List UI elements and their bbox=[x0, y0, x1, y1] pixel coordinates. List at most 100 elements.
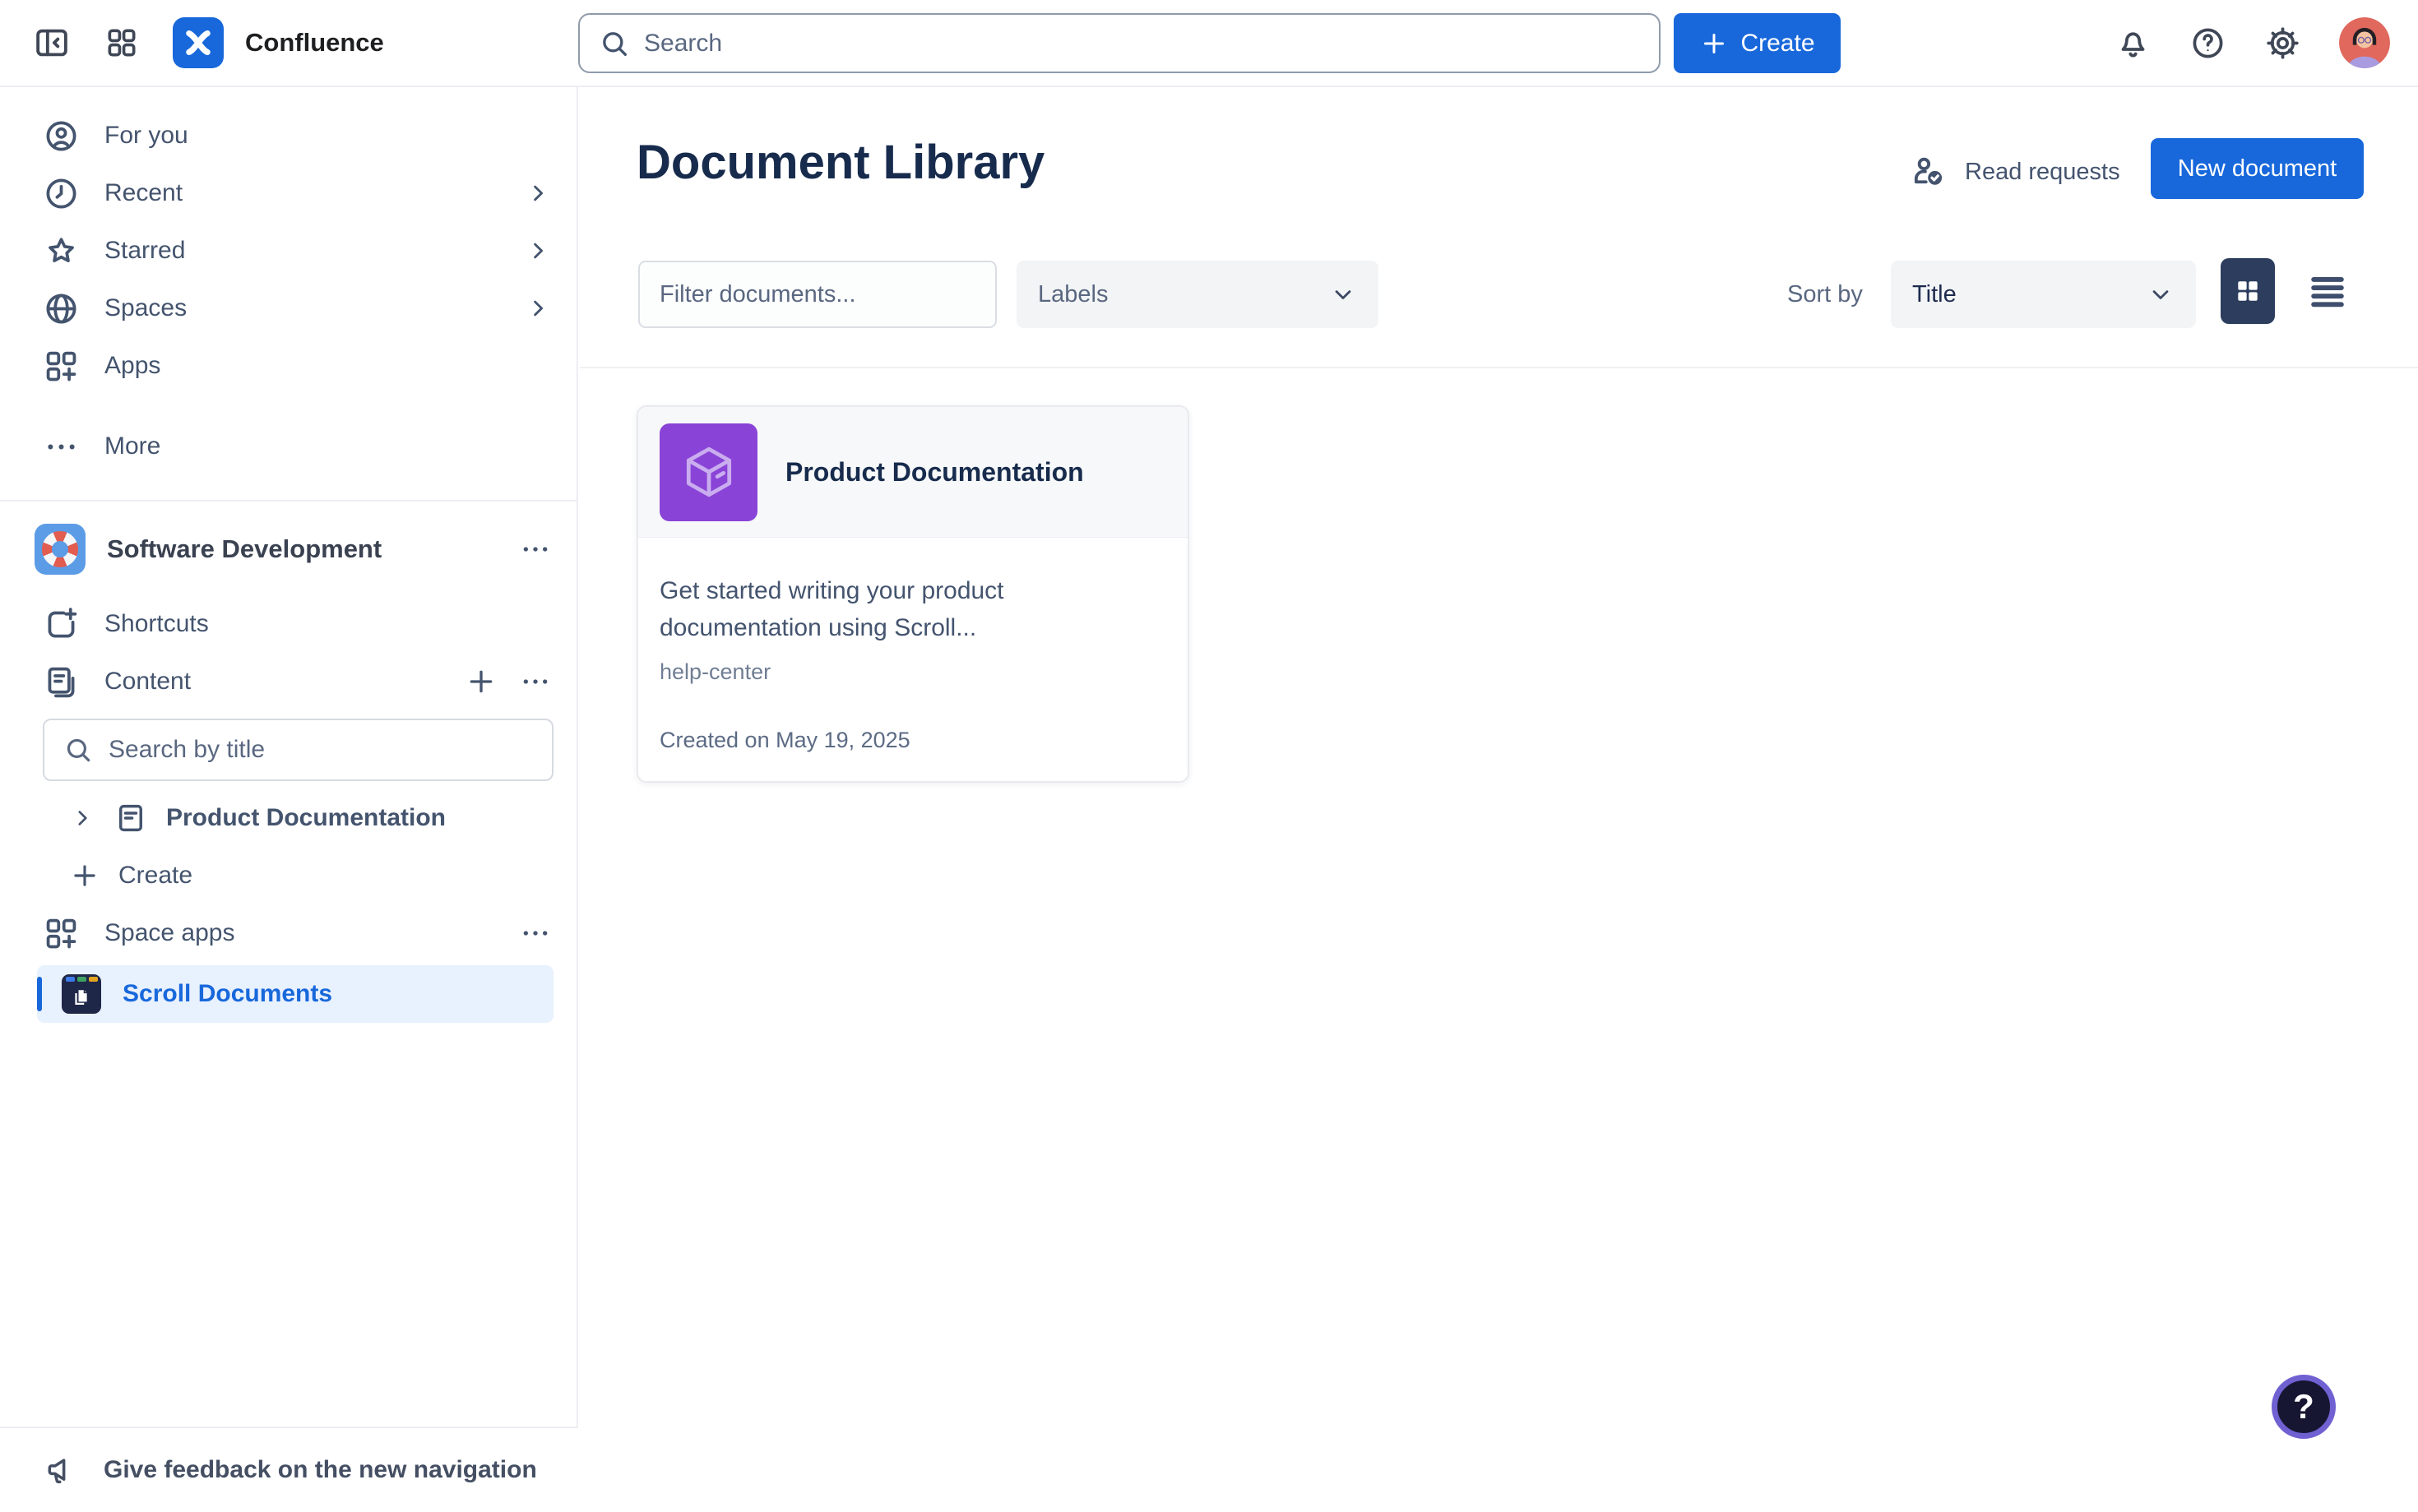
grid-view-icon bbox=[2233, 276, 2263, 306]
sidebar-item-apps[interactable]: Apps bbox=[0, 337, 577, 395]
ellipsis-icon[interactable] bbox=[519, 665, 552, 698]
list-view-button[interactable] bbox=[2305, 270, 2350, 314]
help-button[interactable] bbox=[2189, 25, 2226, 62]
scroll-documents-app-icon bbox=[62, 974, 101, 1014]
product-name: Confluence bbox=[245, 28, 384, 58]
tree-item-product-documentation[interactable]: Product Documentation bbox=[0, 789, 577, 847]
sidebar-item-more[interactable]: More bbox=[0, 418, 577, 475]
global-search[interactable] bbox=[578, 13, 1661, 73]
add-content-icon[interactable] bbox=[465, 665, 498, 698]
create-button[interactable]: Create bbox=[1674, 13, 1841, 73]
sidebar-item-starred[interactable]: Starred bbox=[0, 222, 577, 280]
content-search-input[interactable] bbox=[109, 736, 534, 764]
space-name: Software Development bbox=[107, 534, 498, 564]
top-bar: Confluence Create bbox=[0, 0, 2418, 87]
avatar[interactable] bbox=[2339, 17, 2390, 68]
confluence-logo-icon bbox=[183, 27, 214, 58]
chevron-down-icon bbox=[2147, 280, 2175, 308]
labels-dropdown[interactable]: Labels bbox=[1017, 261, 1378, 328]
sidebar-item-label: Create bbox=[118, 862, 552, 890]
sidebar-item-for-you[interactable]: For you bbox=[0, 107, 577, 164]
chevron-down-icon bbox=[1329, 280, 1357, 308]
chevron-right-icon bbox=[524, 294, 552, 322]
space-header-software-development[interactable]: Software Development bbox=[0, 523, 577, 576]
sort-dropdown[interactable]: Title bbox=[1891, 261, 2196, 328]
search-icon bbox=[598, 27, 631, 60]
help-fab-button[interactable]: ? bbox=[2272, 1375, 2336, 1439]
sidebar-item-space-apps[interactable]: Space apps bbox=[0, 904, 577, 962]
plus-icon bbox=[1699, 29, 1729, 58]
person-check-icon bbox=[1909, 153, 1947, 191]
sidebar-item-label: Recent bbox=[104, 179, 499, 207]
content-pages-icon bbox=[43, 664, 80, 701]
globe-icon bbox=[43, 290, 80, 327]
question-circle-icon bbox=[2189, 25, 2226, 62]
selected-indicator bbox=[37, 977, 42, 1011]
sidebar-create-item[interactable]: Create bbox=[0, 847, 577, 904]
plus-icon bbox=[69, 860, 100, 891]
sidebar-divider bbox=[0, 500, 577, 502]
apps-grid-plus-icon bbox=[43, 915, 80, 952]
search-icon bbox=[63, 734, 94, 765]
global-search-input[interactable] bbox=[644, 30, 1641, 58]
ellipsis-icon bbox=[43, 428, 80, 465]
create-button-label: Create bbox=[1740, 30, 1814, 58]
toolbar-divider bbox=[580, 367, 2418, 368]
document-card-product-documentation[interactable]: Product Documentation Get started writin… bbox=[637, 405, 1189, 783]
content-search[interactable] bbox=[43, 719, 554, 781]
sort-dropdown-value: Title bbox=[1912, 281, 2147, 308]
list-view-icon bbox=[2305, 270, 2350, 314]
grid-view-button[interactable] bbox=[2221, 258, 2275, 324]
chevron-right-icon bbox=[524, 237, 552, 265]
read-requests-label: Read requests bbox=[1965, 159, 2120, 186]
document-card-title: Product Documentation bbox=[785, 457, 1084, 488]
collapse-sidebar-button[interactable] bbox=[33, 24, 71, 62]
settings-button[interactable] bbox=[2264, 25, 2301, 62]
sidebar-item-content[interactable]: Content bbox=[0, 653, 577, 710]
star-icon bbox=[43, 233, 80, 270]
sidebar-item-label: Content bbox=[104, 668, 440, 696]
sidebar-item-label: Space apps bbox=[104, 919, 494, 947]
sort-by-label: Sort by bbox=[1787, 281, 1863, 308]
ellipsis-icon bbox=[519, 533, 552, 566]
space-avatar-icon bbox=[35, 524, 86, 575]
documents-glyph bbox=[69, 985, 94, 1010]
read-requests-button[interactable]: Read requests bbox=[1909, 153, 2120, 191]
chevron-right-icon[interactable] bbox=[69, 805, 95, 831]
page-title: Document Library bbox=[637, 135, 1045, 190]
collapse-sidebar-icon bbox=[33, 24, 71, 62]
sidebar-item-label: Scroll Documents bbox=[123, 980, 332, 1008]
package-cube-icon bbox=[678, 441, 740, 503]
clock-icon bbox=[43, 175, 80, 212]
sidebar-item-label: Shortcuts bbox=[104, 610, 552, 638]
document-card-body: Get started writing your product documen… bbox=[638, 538, 1188, 783]
shortcuts-icon bbox=[43, 606, 80, 643]
sidebar-item-recent[interactable]: Recent bbox=[0, 164, 577, 222]
filter-documents-field[interactable] bbox=[638, 261, 997, 328]
document-icon bbox=[660, 423, 757, 521]
labels-dropdown-value: Labels bbox=[1038, 281, 1329, 308]
notifications-button[interactable] bbox=[2115, 25, 2152, 62]
document-card-created: Created on May 19, 2025 bbox=[660, 728, 910, 753]
new-document-button[interactable]: New document bbox=[2151, 138, 2364, 199]
sidebar-item-label: Starred bbox=[104, 237, 499, 265]
feedback-link[interactable]: Give feedback on the new navigation bbox=[0, 1426, 578, 1512]
sidebar-item-spaces[interactable]: Spaces bbox=[0, 280, 577, 337]
bell-icon bbox=[2115, 25, 2152, 62]
chevron-right-icon bbox=[524, 179, 552, 207]
space-more-button[interactable] bbox=[519, 533, 552, 566]
document-card-description: Get started writing your product documen… bbox=[660, 572, 1153, 646]
sidebar-item-label: Apps bbox=[104, 352, 552, 380]
sidebar-item-scroll-documents[interactable]: Scroll Documents bbox=[37, 965, 554, 1023]
sidebar-item-shortcuts[interactable]: Shortcuts bbox=[0, 595, 577, 653]
person-circle-icon bbox=[43, 118, 80, 155]
document-card-label: help-center bbox=[660, 659, 1166, 685]
tree-item-label: Product Documentation bbox=[166, 804, 552, 832]
filter-documents-input[interactable] bbox=[660, 281, 975, 308]
document-card-header: Product Documentation bbox=[638, 407, 1188, 538]
app-switcher-button[interactable] bbox=[104, 25, 140, 61]
sidebar: For you Recent Starred Spaces Apps Mor bbox=[0, 87, 578, 1512]
ellipsis-icon[interactable] bbox=[519, 917, 552, 950]
confluence-logo[interactable] bbox=[173, 17, 224, 68]
megaphone-icon bbox=[44, 1453, 79, 1487]
